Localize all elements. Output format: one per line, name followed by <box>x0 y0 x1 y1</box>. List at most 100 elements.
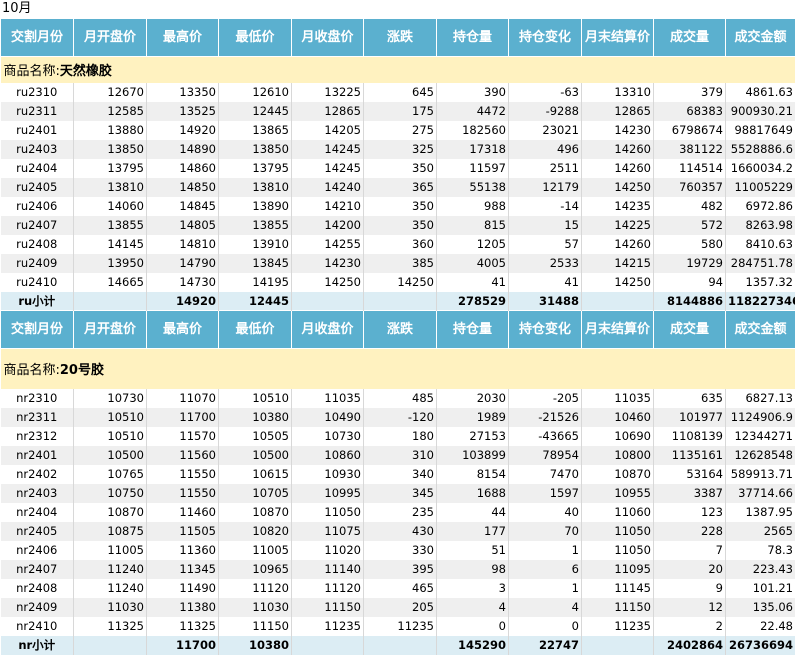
value-cell: 13950 <box>73 253 147 273</box>
value-cell: 13855 <box>218 215 292 235</box>
value-cell: 11095 <box>581 559 654 579</box>
subtotal-cell: 145290 <box>436 635 509 655</box>
value-cell: 6972.86 <box>725 196 795 216</box>
value-cell: 14260 <box>581 139 654 159</box>
value-cell: 430 <box>363 521 437 541</box>
subtotal-cell: 14920 <box>146 291 219 311</box>
value-cell: 14920 <box>146 120 219 140</box>
value-cell: 17318 <box>436 139 509 159</box>
value-cell: 11560 <box>146 445 219 465</box>
value-cell: 330 <box>363 540 437 560</box>
value-cell: 589913.71 <box>725 464 795 484</box>
value-cell: 10380 <box>218 407 292 427</box>
table-row: nr2408 11240 11490 11120 11120 465 3 1 11145 9 101… <box>0 578 795 598</box>
value-cell: 14665 <box>73 272 147 292</box>
value-cell: 123 <box>653 502 726 522</box>
value-cell: 1205 <box>436 234 509 254</box>
value-cell: 1135161 <box>653 445 726 465</box>
sheet-title: 10月 <box>2 1 32 16</box>
value-cell: 27153 <box>436 426 509 446</box>
value-cell: 12445 <box>218 101 292 121</box>
table-row: nr2403 10750 11550 10705 10995 345 1688 1597 109… <box>0 483 795 503</box>
value-cell: 15 <box>508 215 582 235</box>
value-cell: 11005229 <box>725 177 795 197</box>
value-cell: 0 <box>508 616 582 636</box>
value-cell: 4 <box>436 597 509 617</box>
value-cell: 70 <box>508 521 582 541</box>
value-cell: 10690 <box>581 426 654 446</box>
value-cell: 5528886.6 <box>725 139 795 159</box>
contract-cell: nr2402 <box>0 464 74 484</box>
product-label: 商品名称: <box>3 64 60 80</box>
table-row: ru2407 13855 14805 13855 14200 350 815 15 14225 5… <box>0 215 795 235</box>
value-cell: 11240 <box>73 559 147 579</box>
contract-cell: ru2406 <box>0 196 74 216</box>
subtotal-cell: 26736694 <box>725 635 795 655</box>
value-cell: 11700 <box>146 407 219 427</box>
value-cell: 11020 <box>291 540 364 560</box>
value-cell: 14255 <box>291 234 364 254</box>
value-cell: 13910 <box>218 234 292 254</box>
value-cell: 12585 <box>73 101 147 121</box>
header-high: 最高价 <box>146 310 219 349</box>
value-cell: 98 <box>436 559 509 579</box>
subtotal-cell <box>363 291 437 311</box>
value-cell: 14730 <box>146 272 219 292</box>
value-cell: 10615 <box>218 464 292 484</box>
contract-cell: nr2410 <box>0 616 74 636</box>
value-cell: 284751.78 <box>725 253 795 273</box>
value-cell: 6798674 <box>653 120 726 140</box>
value-cell: 11345 <box>146 559 219 579</box>
value-cell: 8410.63 <box>725 234 795 254</box>
value-cell: 10870 <box>218 502 292 522</box>
value-cell: 10500 <box>73 445 147 465</box>
contract-cell: nr2406 <box>0 540 74 560</box>
value-cell: 12670 <box>73 82 147 102</box>
header-high: 最高价 <box>146 18 219 57</box>
header-open: 月开盘价 <box>73 310 147 349</box>
value-cell: 365 <box>363 177 437 197</box>
subtotal-cell: 118227346 <box>725 291 795 311</box>
value-cell: 482 <box>653 196 726 216</box>
table-row: nr2407 11240 11345 10965 11140 395 98 6 11095 20 2… <box>0 559 795 579</box>
header-turnover: 成交金额 <box>725 310 795 349</box>
table-row: nr2410 11325 11325 11150 11235 11235 0 0 11235 2 2… <box>0 616 795 636</box>
value-cell: 13880 <box>73 120 147 140</box>
value-cell: 14260 <box>581 158 654 178</box>
header-oi-change: 持仓变化 <box>508 18 582 57</box>
subtotal-cell: 2402864 <box>653 635 726 655</box>
value-cell: 22.48 <box>725 616 795 636</box>
header-close: 月收盘价 <box>291 18 364 57</box>
value-cell: 1 <box>508 578 582 598</box>
subtotal-cell: 10380 <box>218 635 292 655</box>
value-cell: 19729 <box>653 253 726 273</box>
value-cell: 14250 <box>581 177 654 197</box>
table-row: ru2401 13880 14920 13865 14205 275 182560 23021… <box>0 120 795 140</box>
value-cell: 11235 <box>363 616 437 636</box>
futures-table: 交割月份 月开盘价 最高价 最低价 月收盘价 涨跌 持仓量 持仓变化 月末结算价 成交量 成交金额 商… <box>0 18 795 655</box>
value-cell: 390 <box>436 82 509 102</box>
value-cell: 2030 <box>436 388 509 408</box>
value-cell: 10705 <box>218 483 292 503</box>
table-row: ru2310 12670 13350 12610 13225 645 390 -63 13310… <box>0 82 795 102</box>
table-row: nr2405 10875 11505 10820 11075 430 177 70 11050 2… <box>0 521 795 541</box>
value-cell: 6 <box>508 559 582 579</box>
value-cell: 4005 <box>436 253 509 273</box>
table-row: nr2406 11005 11360 11005 11020 330 51 1 11050 7 78… <box>0 540 795 560</box>
header-row: 交割月份 月开盘价 最高价 最低价 月收盘价 涨跌 持仓量 持仓变化 月末结算价 成交量 成交金额 <box>0 310 795 349</box>
value-cell: 10930 <box>291 464 364 484</box>
value-cell: 55138 <box>436 177 509 197</box>
header-low: 最低价 <box>218 18 292 57</box>
value-cell: 8263.98 <box>725 215 795 235</box>
value-cell: 3 <box>436 578 509 598</box>
value-cell: 13525 <box>146 101 219 121</box>
value-cell: 11050 <box>291 502 364 522</box>
value-cell: 10730 <box>291 426 364 446</box>
value-cell: 11380 <box>146 597 219 617</box>
header-oi-change: 持仓变化 <box>508 310 582 349</box>
value-cell: 13890 <box>218 196 292 216</box>
header-volume: 成交量 <box>653 310 726 349</box>
value-cell: 14860 <box>146 158 219 178</box>
value-cell: 11050 <box>581 521 654 541</box>
contract-cell: ru2404 <box>0 158 74 178</box>
